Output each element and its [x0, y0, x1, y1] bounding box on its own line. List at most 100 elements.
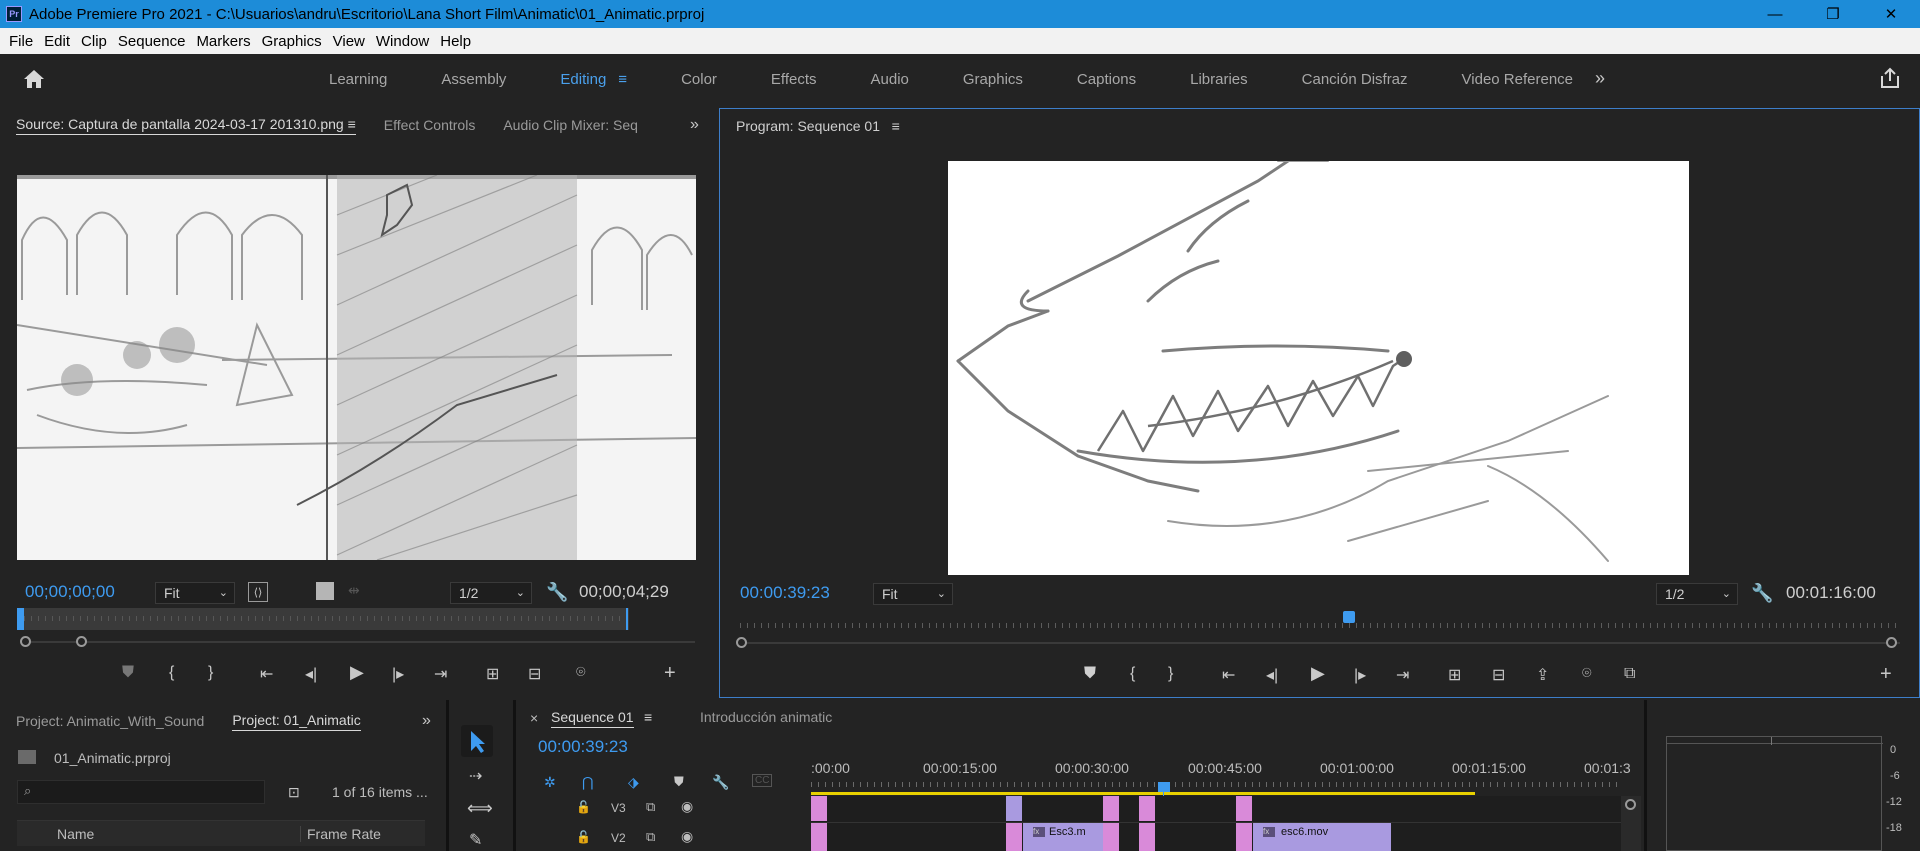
source-zoom-select[interactable]: Fit ⌄ [155, 582, 235, 604]
workspace-tab-libraries[interactable]: Libraries [1190, 71, 1248, 88]
mark-in-icon[interactable]: { [1130, 665, 1135, 683]
lift-icon[interactable]: ⊞ [1448, 665, 1461, 685]
home-icon[interactable] [22, 68, 46, 90]
menu-help[interactable]: Help [440, 33, 471, 50]
drag-audio-icon[interactable]: ⇹ [348, 582, 360, 599]
linked-selection-icon[interactable]: ⬗ [628, 774, 639, 791]
drag-video-icon[interactable] [316, 582, 334, 600]
tab-project-01-animatic[interactable]: Project: 01_Animatic [232, 712, 361, 731]
toggle-visibility-icon[interactable]: ◉ [681, 798, 693, 815]
workspace-tab-audio[interactable]: Audio [871, 71, 909, 88]
workspace-overflow-icon[interactable]: » [1595, 68, 1605, 89]
new-bin-from-search-icon[interactable]: ⊡ [288, 784, 300, 801]
workspace-tab-assembly[interactable]: Assembly [441, 71, 506, 88]
go-to-out-icon[interactable]: ⇥ [434, 664, 447, 684]
share-icon[interactable] [1878, 66, 1902, 90]
timeline-playhead[interactable] [1158, 782, 1170, 792]
overwrite-icon[interactable]: ⊟ [528, 664, 541, 684]
play-icon[interactable]: ▶ [1311, 663, 1325, 684]
workspace-tab-learning[interactable]: Learning [329, 71, 387, 88]
clip-v2[interactable] [1236, 823, 1252, 851]
timeline-settings-wrench-icon[interactable]: 🔧 [712, 774, 729, 791]
menu-graphics[interactable]: Graphics [262, 33, 322, 50]
work-area-bar[interactable] [811, 792, 1475, 795]
panel-menu-icon[interactable]: ≡ [348, 116, 356, 132]
step-forward-icon[interactable]: |▸ [1354, 665, 1366, 685]
workspace-menu-icon[interactable]: ≡ [618, 71, 627, 88]
mark-out-icon[interactable]: } [208, 664, 213, 682]
clip-esc6[interactable]: fx esc6.mov [1253, 823, 1391, 851]
column-frame-rate[interactable]: Frame Rate [300, 826, 381, 842]
program-resolution-select[interactable]: 1/2 ⌄ [1656, 583, 1738, 605]
workspace-tab-captions[interactable]: Captions [1077, 71, 1136, 88]
go-to-out-icon[interactable]: ⇥ [1396, 665, 1409, 685]
add-marker-icon[interactable]: ⛊ [122, 664, 134, 682]
workspace-tab-video-reference[interactable]: Video Reference [1462, 71, 1573, 88]
clip-v2[interactable] [1006, 823, 1022, 851]
comparison-view-icon[interactable]: ⧉ [1624, 665, 1635, 683]
workspace-tab-editing[interactable]: Editing ≡ [560, 71, 627, 88]
scroll-handle-left[interactable] [20, 636, 31, 647]
settings-wrench-icon[interactable]: 🔧 [546, 582, 568, 603]
clip-v3[interactable] [1236, 796, 1252, 821]
source-timeline-ruler[interactable] [17, 608, 629, 630]
menu-clip[interactable]: Clip [81, 33, 107, 50]
extract-icon[interactable]: ⊟ [1492, 665, 1505, 685]
timeline-vertical-scrollbar[interactable] [1621, 796, 1641, 851]
clip-v2[interactable] [811, 823, 827, 851]
captions-icon[interactable]: CC [752, 774, 773, 787]
tab-sequence-01[interactable]: Sequence 01 [551, 709, 634, 728]
tab-effect-controls[interactable]: Effect Controls [384, 117, 476, 133]
project-search-input[interactable]: ⌕ [17, 780, 265, 804]
tab-project-animatic-with-sound[interactable]: Project: Animatic_With_Sound [16, 713, 204, 729]
menu-file[interactable]: File [9, 33, 33, 50]
export-frame-icon[interactable]: ⌾ [576, 664, 586, 682]
step-back-icon[interactable]: ◂| [1266, 665, 1278, 685]
close-button[interactable]: ✕ [1862, 0, 1920, 28]
program-zoom-select[interactable]: Fit ⌄ [873, 583, 953, 605]
timeline-menu-icon[interactable]: ≡ [644, 709, 652, 725]
settings-wrench-icon[interactable]: 🔧 [1751, 583, 1773, 604]
clip-v3[interactable] [1006, 796, 1022, 821]
insert-icon[interactable]: ⊞ [486, 664, 499, 684]
export-frame-icon[interactable]: ⌾ [1582, 665, 1592, 683]
snap-magnet-icon[interactable]: ⋂ [582, 774, 593, 791]
source-timecode[interactable]: 00;00;00;00 [25, 582, 115, 602]
source-zoom-scrollbar[interactable] [25, 641, 695, 643]
step-back-icon[interactable]: ◂| [305, 664, 317, 684]
sync-lock-icon[interactable]: ⧉ [646, 799, 655, 815]
button-editor-plus-icon[interactable]: + [1880, 663, 1892, 686]
close-tab-icon[interactable]: × [530, 710, 538, 726]
minimize-button[interactable]: — [1746, 0, 1804, 28]
tab-program[interactable]: Program: Sequence 01 ≡ [736, 118, 900, 134]
scroll-handle-right[interactable] [1886, 637, 1897, 648]
insert-marker-icon[interactable]: ⟨⟩ [248, 582, 268, 602]
clip-v2[interactable] [1139, 823, 1155, 851]
panel-menu-icon[interactable]: ≡ [892, 118, 900, 134]
lock-icon[interactable]: 🔓 [576, 830, 591, 844]
menu-edit[interactable]: Edit [44, 33, 70, 50]
razor-tool-icon[interactable]: ✎ [469, 830, 482, 850]
play-icon[interactable]: ▶ [350, 662, 364, 683]
program-zoom-scrollbar[interactable] [740, 642, 1900, 644]
go-to-in-icon[interactable]: ⇤ [1222, 665, 1235, 685]
tab-source[interactable]: Source: Captura de pantalla 2024-03-17 2… [16, 116, 356, 135]
mark-out-icon[interactable]: } [1168, 665, 1173, 683]
workspace-tab-graphics[interactable]: Graphics [963, 71, 1023, 88]
menu-markers[interactable]: Markers [196, 33, 250, 50]
clip-v2[interactable] [1103, 823, 1119, 851]
scroll-handle-top[interactable] [1625, 799, 1636, 810]
step-forward-icon[interactable]: |▸ [392, 664, 404, 684]
source-video-frame[interactable] [17, 175, 696, 560]
nest-toggle-icon[interactable]: ✲ [544, 774, 556, 791]
export-icon[interactable]: ⇪ [1536, 665, 1549, 685]
panel-overflow-icon[interactable]: » [422, 712, 431, 730]
scroll-handle-left[interactable] [736, 637, 747, 648]
tab-audio-clip-mixer[interactable]: Audio Clip Mixer: Seq [503, 117, 638, 133]
clip-v3[interactable] [1103, 796, 1119, 821]
toggle-visibility-icon[interactable]: ◉ [681, 828, 693, 845]
column-name[interactable]: Name [57, 826, 94, 842]
workspace-tab-color[interactable]: Color [681, 71, 717, 88]
clip-esc3[interactable]: fx Esc3.m [1023, 823, 1103, 851]
selection-tool[interactable] [461, 725, 493, 757]
